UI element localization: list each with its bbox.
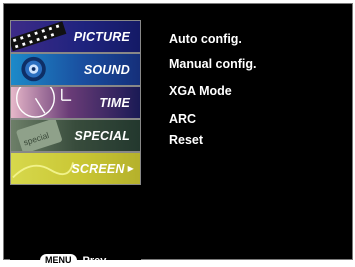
menu-item-label-text: SCREEN [71, 161, 125, 176]
main-menu-sidebar: PICTURE SOUND TIME special SPECIAL SCREE… [10, 10, 141, 267]
menu-item-screen[interactable]: SCREEN ▶ [10, 152, 141, 185]
menu-item-label: SPECIAL [74, 128, 130, 143]
menu-item-label: SCREEN ▶ [71, 153, 134, 184]
menu-key-badge[interactable]: MENU [40, 254, 77, 267]
menu-item-picture[interactable]: PICTURE [10, 20, 141, 53]
menu-item-time[interactable]: TIME [10, 86, 141, 119]
prev-label: Prev. [82, 254, 109, 267]
menu-item-label: SOUND [83, 62, 130, 77]
clock-icon [15, 87, 72, 118]
submenu-item-arc[interactable]: ARC [169, 112, 196, 126]
selected-arrow-icon: ▶ [127, 164, 134, 173]
osd-menu-window: PICTURE SOUND TIME special SPECIAL SCREE… [3, 3, 353, 267]
film-strip-icon [11, 21, 67, 52]
menu-item-sound[interactable]: SOUND [10, 53, 141, 86]
menu-item-label: PICTURE [73, 29, 130, 44]
menu-item-special[interactable]: special SPECIAL [10, 119, 141, 152]
screen-swirl-icon [12, 162, 74, 179]
submenu-item-auto-config[interactable]: Auto config. [169, 32, 242, 46]
menu-item-label: TIME [99, 95, 130, 110]
submenu-item-xga-mode[interactable]: XGA Mode [169, 84, 232, 98]
footer-hint: MENU Prev. [40, 254, 109, 267]
special-tag-icon: special [16, 120, 62, 151]
submenu-item-reset[interactable]: Reset [169, 133, 203, 147]
speaker-icon [21, 56, 46, 82]
submenu-item-manual-config[interactable]: Manual config. [169, 57, 257, 71]
